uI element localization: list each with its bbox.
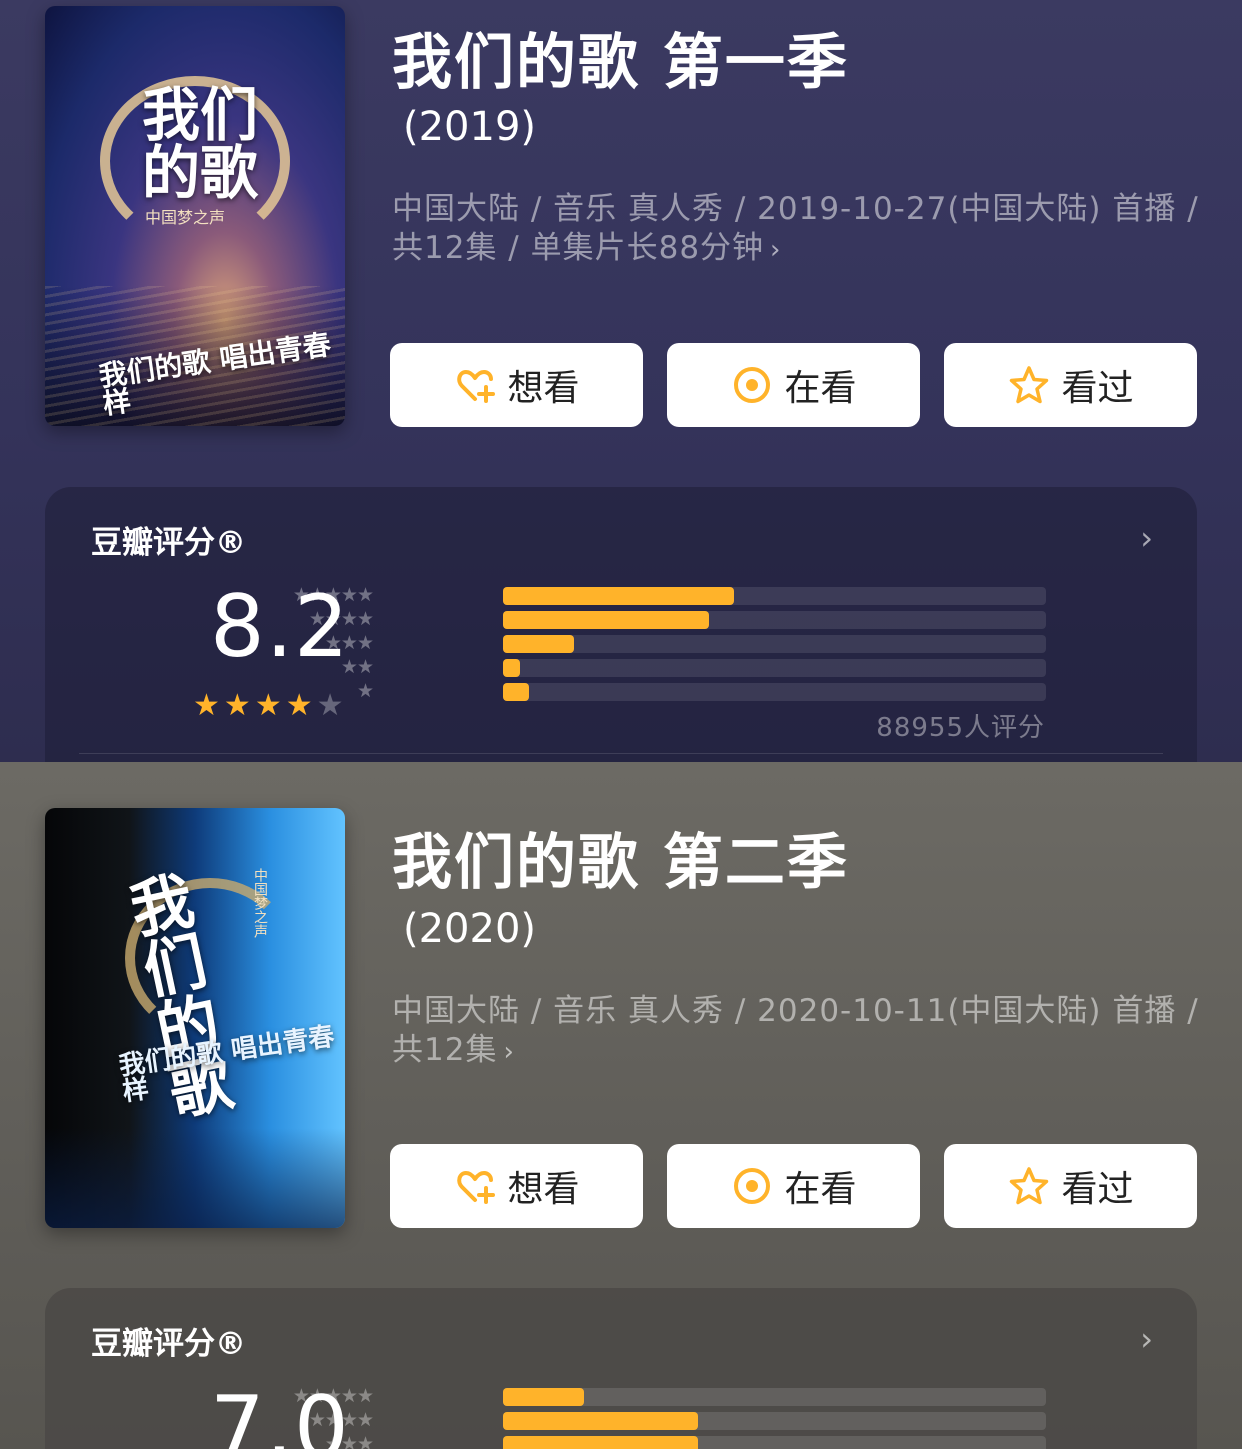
watched-label: 看过	[1061, 368, 1134, 409]
poster-subtitle-art: 中国梦之声	[145, 208, 226, 227]
star-outline-icon	[1007, 1164, 1051, 1208]
distribution-track	[503, 635, 1046, 653]
distribution-track	[503, 659, 1046, 677]
distribution-track	[503, 683, 1046, 701]
show-meta-link[interactable]: 中国大陆 / 音乐 真人秀 / 2019-10-27(中国大陆) 首播 / 共1…	[392, 190, 1202, 270]
rating-label: 豆瓣评分®	[91, 1326, 246, 1362]
show-meta-text: 中国大陆 / 音乐 真人秀 / 2019-10-27(中国大陆) 首播 / 共1…	[392, 191, 1199, 266]
one-star-icon: ★	[356, 680, 374, 702]
watched-label: 看过	[1061, 1169, 1134, 1210]
watching-label: 在看	[784, 1169, 857, 1210]
star-filled-icon: ★	[223, 688, 251, 723]
four-stars-icon: ★★★★	[308, 1409, 374, 1431]
poster-sea	[45, 1128, 345, 1228]
chevron-right-icon[interactable]: ›	[1140, 519, 1153, 557]
season-2-panel: 我们的歌 中国梦之声 我们的歌 唱出青春样 我们的歌 第二季 (2020) 中国…	[0, 762, 1242, 1449]
season-2-poster[interactable]: 我们的歌 中国梦之声 我们的歌 唱出青春样	[45, 808, 345, 1228]
show-meta-link[interactable]: 中国大陆 / 音乐 真人秀 / 2020-10-11(中国大陆) 首播 / 共1…	[392, 992, 1202, 1072]
distribution-bar	[503, 635, 574, 653]
divider	[79, 753, 1163, 754]
rating-label: 豆瓣评分®	[91, 525, 246, 561]
heart-plus-icon	[453, 363, 497, 407]
watched-button[interactable]: 看过	[944, 343, 1197, 427]
distribution-bar	[503, 587, 734, 605]
douban-rating-card[interactable]: 豆瓣评分® › 7.0 ★★★★★ ★★★★ ★★★	[45, 1288, 1197, 1449]
want-to-watch-label: 想看	[507, 368, 580, 409]
five-stars-icon: ★★★★★	[292, 1385, 374, 1407]
star-outline-icon	[1007, 363, 1051, 407]
show-year: (2020)	[403, 906, 537, 952]
show-title: 我们的歌 第一季	[392, 28, 849, 98]
four-stars-icon: ★★★★	[308, 608, 374, 630]
douban-rating-card[interactable]: 豆瓣评分® › 8.2 ★ ★ ★ ★ ★ ★★★★★ ★★★★ ★★★ ★★ …	[45, 487, 1197, 762]
two-stars-icon: ★★	[340, 656, 374, 678]
season-1-panel: 我们的歌 中国梦之声 我们的歌 唱出青春样 我们的歌 第一季 (2019) 中国…	[0, 0, 1242, 762]
watching-button[interactable]: 在看	[667, 1144, 920, 1228]
target-circle-icon	[730, 1164, 774, 1208]
season-1-poster[interactable]: 我们的歌 中国梦之声 我们的歌 唱出青春样	[45, 6, 345, 426]
distribution-bar	[503, 683, 529, 701]
target-circle-icon	[730, 363, 774, 407]
poster-title-art: 我们的歌	[141, 81, 258, 207]
distribution-bar	[503, 611, 709, 629]
three-stars-icon: ★★★	[324, 1433, 374, 1449]
watching-button[interactable]: 在看	[667, 343, 920, 427]
show-title: 我们的歌 第二季	[392, 828, 849, 898]
chevron-right-icon[interactable]: ›	[1140, 1320, 1153, 1358]
watching-label: 在看	[784, 368, 857, 409]
want-to-watch-label: 想看	[507, 1169, 580, 1210]
three-stars-icon: ★★★	[324, 632, 374, 654]
chevron-right-icon: ›	[503, 1037, 515, 1067]
distribution-track	[503, 1388, 1046, 1406]
rating-votes: 88955人评分	[876, 713, 1045, 743]
five-stars-icon: ★★★★★	[292, 584, 374, 606]
want-to-watch-button[interactable]: 想看	[390, 1144, 643, 1228]
heart-plus-icon	[453, 1164, 497, 1208]
poster-subtitle-art: 中国梦之声	[252, 868, 268, 938]
distribution-bar	[503, 1412, 698, 1430]
distribution-bar	[503, 659, 520, 677]
want-to-watch-button[interactable]: 想看	[390, 343, 643, 427]
distribution-bar	[503, 1436, 698, 1449]
star-filled-icon: ★	[193, 688, 220, 723]
distribution-bar	[503, 1388, 584, 1406]
chevron-right-icon: ›	[770, 235, 782, 265]
watched-button[interactable]: 看过	[944, 1144, 1197, 1228]
show-year: (2019)	[403, 104, 537, 150]
